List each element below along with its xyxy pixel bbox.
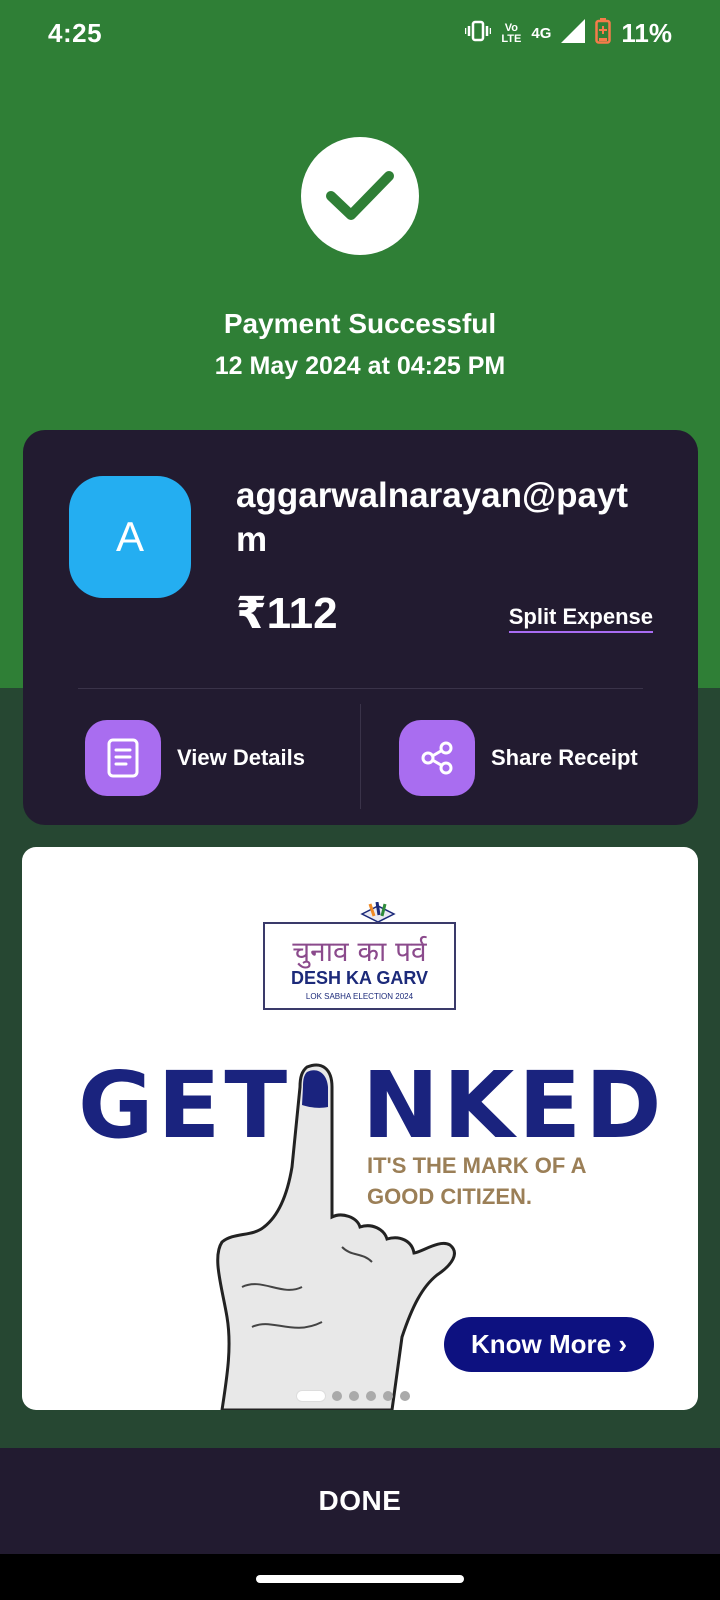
payment-success-screen: 4:25 Vo LTE 4G 11% Payment Successful 12… [0,0,720,1600]
status-icons: Vo LTE 4G 11% [465,18,672,49]
carousel-dot[interactable] [366,1391,376,1401]
done-label: DONE [318,1485,402,1516]
payee-upi-id: aggarwalnarayan@paytm [236,476,629,559]
headline-get: GET [78,1052,292,1159]
avatar-letter: A [115,513,144,560]
share-receipt-button[interactable]: Share Receipt [399,720,638,796]
carousel-dot[interactable] [349,1391,359,1401]
promo-banner[interactable]: चुनाव का पर्व DESH KA GARV LOK SABHA ELE… [22,847,698,1410]
payment-status-title: Payment Successful [223,308,497,339]
status-time: 4:25 [48,18,103,48]
view-details-label: View Details [177,745,305,770]
signal-icon [561,19,586,48]
payment-datetime: 12 May 2024 at 04:25 PM [214,352,506,380]
carousel-dot[interactable] [383,1391,393,1401]
volte-bottom: LTE [501,32,522,45]
battery-icon [595,18,612,49]
payment-amount: ₹112 [236,589,338,638]
carousel-dot[interactable] [332,1391,342,1401]
actions-divider [360,704,361,809]
know-more-button[interactable]: Know More › [444,1317,654,1372]
success-check-icon [301,137,419,255]
card-divider [78,688,643,689]
carousel-dot[interactable] [400,1391,410,1401]
share-icon [399,720,475,796]
logo-english-text: DESH KA GARV [290,968,429,988]
done-button[interactable]: DONE [0,1448,720,1554]
share-receipt-label: Share Receipt [491,745,638,770]
logo-hindi-text: चुनाव का पर्व [292,935,427,968]
headline-nked: NKED [362,1052,666,1159]
status-bar: 4:25 Vo LTE 4G 11% [0,0,720,72]
network-type: 4G [531,25,552,42]
payee-card: A aggarwalnarayan@paytm ₹112 Split Expen… [23,430,698,825]
split-expense-link[interactable]: Split Expense [508,604,653,633]
carousel-dots [297,1391,410,1401]
vibrate-icon [465,20,492,47]
view-details-button[interactable]: View Details [85,720,305,796]
tagline-line-2: GOOD CITIZEN. [367,1184,532,1209]
avatar: A [69,476,191,598]
carousel-dot-active[interactable] [297,1391,325,1401]
tagline-line-1: IT'S THE MARK OF A [367,1153,587,1178]
volte-icon: Vo LTE [501,22,522,45]
logo-subtext: LOK SABHA ELECTION 2024 [305,992,414,1001]
home-gesture-handle[interactable] [256,1575,464,1583]
document-icon [85,720,161,796]
election-logo: चुनाव का पर्व DESH KA GARV LOK SABHA ELE… [263,922,456,1010]
battery-percent: 11% [621,18,672,48]
